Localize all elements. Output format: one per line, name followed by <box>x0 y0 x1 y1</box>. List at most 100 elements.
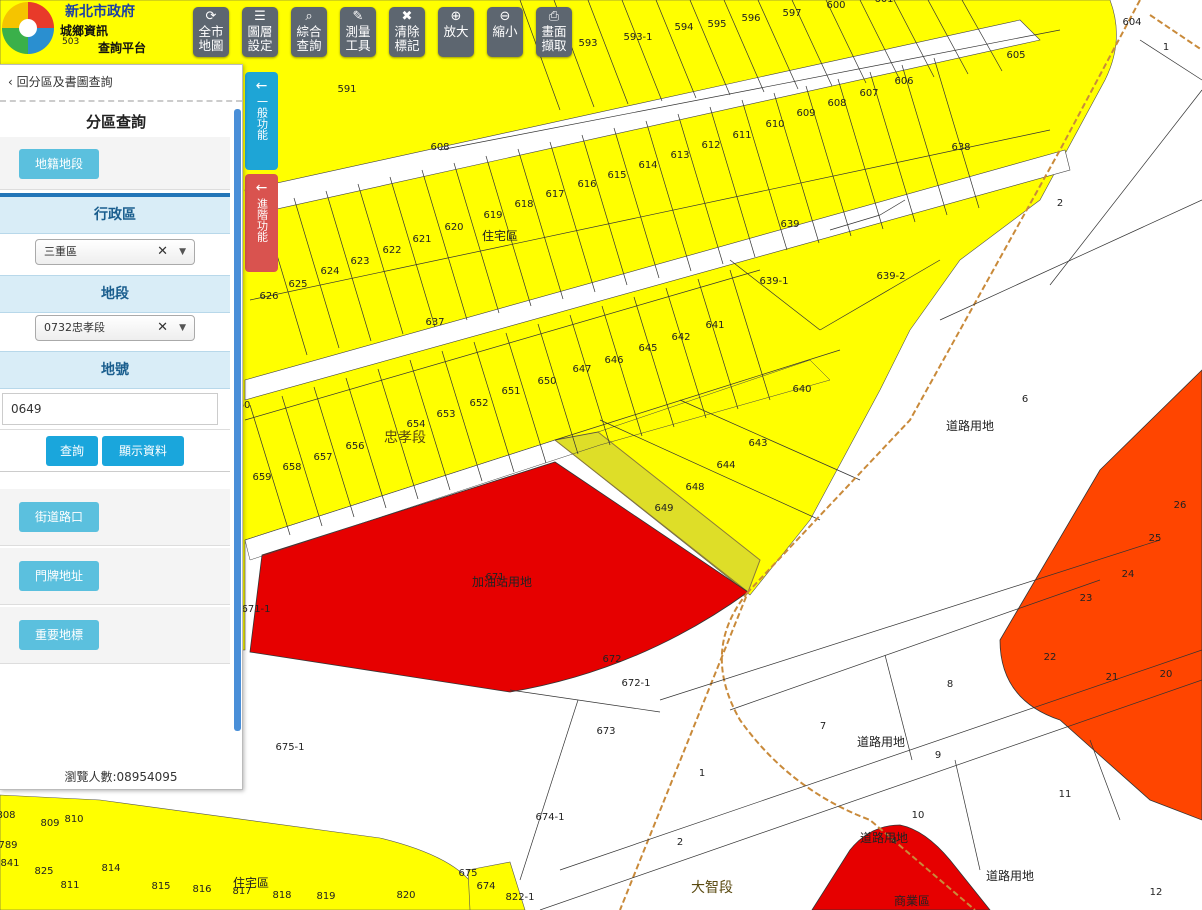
parcel-number[interactable]: 825 <box>34 866 53 877</box>
parcel-number[interactable]: 621 <box>412 234 431 245</box>
parcel-number[interactable]: 23 <box>1080 593 1093 604</box>
parcel-number[interactable]: 653 <box>436 409 455 420</box>
parcel-number[interactable]: 608 <box>430 142 449 153</box>
parcel-number[interactable]: 642 <box>671 332 690 343</box>
parcel-number[interactable]: 647 <box>572 364 591 375</box>
general-search-button[interactable]: ⌕ 綜合查詢 <box>291 7 327 57</box>
parcel-number[interactable]: 626 <box>259 291 278 302</box>
parcel-number[interactable]: 25 <box>1149 533 1162 544</box>
address-button[interactable]: 門牌地址 <box>19 561 99 591</box>
parcel-number[interactable]: 7 <box>820 721 826 732</box>
parcel-number[interactable]: 616 <box>577 179 596 190</box>
parcel-number[interactable]: 659 <box>252 472 271 483</box>
parcel-number[interactable]: 639-2 <box>876 271 905 282</box>
parcel-number[interactable]: 622 <box>382 245 401 256</box>
parcel-number[interactable]: 651 <box>501 386 520 397</box>
parcel-number[interactable]: 21 <box>1106 672 1119 683</box>
parcel-number[interactable]: 639 <box>780 219 799 230</box>
parcel-number[interactable]: 816 <box>192 884 211 895</box>
parcel-number[interactable]: 656 <box>345 441 364 452</box>
parcel-number[interactable]: 650 <box>537 376 556 387</box>
parcel-number[interactable]: 20 <box>1160 669 1173 680</box>
parcel-number[interactable]: 607 <box>859 88 878 99</box>
back-link[interactable]: ‹ 回分區及書圖查詢 <box>8 73 113 90</box>
parcel-number[interactable]: 648 <box>685 482 704 493</box>
site-logo[interactable]: 新北市政府 城鄉資訊 查詢平台 503 <box>0 0 160 60</box>
parcel-number[interactable]: 819 <box>316 891 335 902</box>
parcel-number[interactable]: 649 <box>654 503 673 514</box>
parcel-number[interactable]: 615 <box>607 170 626 181</box>
parcel-number[interactable]: 597 <box>782 8 801 19</box>
parcel-number[interactable]: 11 <box>1059 789 1072 800</box>
parcel-number[interactable]: 613 <box>670 150 689 161</box>
parcel-number[interactable]: 595 <box>707 19 726 30</box>
parcel-number[interactable]: 654 <box>406 419 425 430</box>
parcel-number[interactable]: 657 <box>313 452 332 463</box>
parcel-number[interactable]: 601 <box>874 0 893 5</box>
scrollbar[interactable] <box>234 109 241 731</box>
parcel-number[interactable]: 644 <box>716 460 735 471</box>
parcel-number[interactable]: 596 <box>741 13 760 24</box>
parcel-number[interactable]: 604 <box>1122 17 1141 28</box>
parcel-number[interactable]: 1 <box>699 768 705 779</box>
parcel-number[interactable]: 614 <box>638 160 657 171</box>
parcel-number[interactable]: 8 <box>947 679 953 690</box>
parcel-number[interactable]: 637 <box>425 317 444 328</box>
parcel-number[interactable]: 673 <box>596 726 615 737</box>
full-map-button[interactable]: ⟳ 全市地圖 <box>193 7 229 57</box>
parcel-number[interactable]: 2 <box>1057 198 1063 209</box>
parcel-number[interactable]: 611 <box>732 130 751 141</box>
section-select[interactable]: 0732忠孝段 ✕ ▼ <box>35 315 195 341</box>
parcel-number[interactable]: 606 <box>894 76 913 87</box>
land-section-button[interactable]: 地籍地段 <box>19 149 99 179</box>
parcel-number[interactable]: 6 <box>1022 394 1028 405</box>
parcel-number[interactable]: 593 <box>578 38 597 49</box>
parcel-number[interactable]: 841 <box>0 858 19 869</box>
parcel-number[interactable]: 672 <box>602 654 621 665</box>
parcel-number[interactable]: 624 <box>320 266 339 277</box>
parcel-number[interactable]: 10 <box>912 810 925 821</box>
advanced-functions-tab[interactable]: ← 進階功能 <box>245 174 278 272</box>
parcel-number[interactable]: 620 <box>444 222 463 233</box>
zoom-out-button[interactable]: ⊖ 縮小 <box>487 7 523 57</box>
parcel-number[interactable]: 672-1 <box>621 678 650 689</box>
measure-tool-button[interactable]: ✎ 測量工具 <box>340 7 376 57</box>
lot-number-input[interactable]: 0649 <box>2 393 218 425</box>
parcel-number[interactable]: 12 <box>1150 887 1163 898</box>
parcel-number[interactable]: 26 <box>1174 500 1187 511</box>
show-data-button[interactable]: 顯示資料 <box>102 436 184 466</box>
zoom-in-button[interactable]: ⊕ 放大 <box>438 7 474 57</box>
parcel-number[interactable]: 646 <box>604 355 623 366</box>
clear-icon[interactable]: ✕ <box>157 316 168 340</box>
parcel-number[interactable]: 808 <box>0 810 16 821</box>
parcel-number[interactable]: 619 <box>483 210 502 221</box>
parcel-number[interactable]: 674-1 <box>535 812 564 823</box>
parcel-number[interactable]: 605 <box>1006 50 1025 61</box>
parcel-number[interactable]: 625 <box>288 279 307 290</box>
parcel-number[interactable]: 608 <box>827 98 846 109</box>
parcel-number[interactable]: 675 <box>458 868 477 879</box>
parcel-number[interactable]: 594 <box>674 22 693 33</box>
parcel-number[interactable]: 643 <box>748 438 767 449</box>
parcel-number[interactable]: 612 <box>701 140 720 151</box>
landmark-button[interactable]: 重要地標 <box>19 620 99 650</box>
street-intersection-button[interactable]: 街道路口 <box>19 502 99 532</box>
parcel-number[interactable]: 9 <box>935 750 941 761</box>
parcel-number[interactable]: 815 <box>151 881 170 892</box>
parcel-number[interactable]: 658 <box>282 462 301 473</box>
parcel-number[interactable]: 641 <box>705 320 724 331</box>
parcel-number[interactable]: 789 <box>0 840 18 851</box>
clear-icon[interactable]: ✕ <box>157 240 168 264</box>
screen-capture-button[interactable]: ⎙ 畫面擷取 <box>536 7 572 57</box>
layer-settings-button[interactable]: ☰ 圖層設定 <box>242 7 278 57</box>
parcel-number[interactable]: 820 <box>396 890 415 901</box>
parcel-number[interactable]: 814 <box>101 863 120 874</box>
parcel-number[interactable]: 609 <box>796 108 815 119</box>
parcel-number[interactable]: 675-1 <box>275 742 304 753</box>
parcel-number[interactable]: 24 <box>1122 569 1135 580</box>
parcel-number[interactable]: 618 <box>514 199 533 210</box>
parcel-number[interactable]: 809 <box>40 818 59 829</box>
parcel-number[interactable]: 639-1 <box>759 276 788 287</box>
query-button[interactable]: 查詢 <box>46 436 98 466</box>
parcel-number[interactable]: 640 <box>792 384 811 395</box>
